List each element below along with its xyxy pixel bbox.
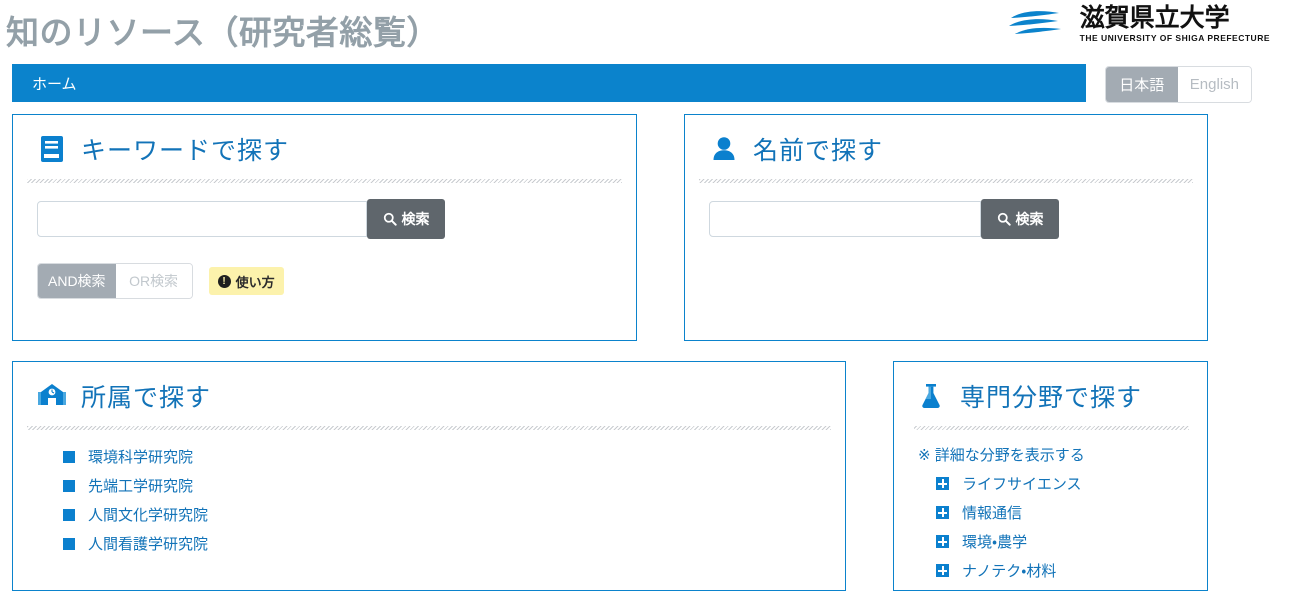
field-link[interactable]: ライフサイエンス <box>962 473 1082 494</box>
university-name-ja: 滋賀県立大学 <box>1080 6 1270 31</box>
panel-field-header: 専門分野で探す <box>894 362 1207 414</box>
panel-keyword-title: キーワードで探す <box>81 131 289 167</box>
name-search-button[interactable]: 検索 <box>981 199 1059 239</box>
affiliation-link[interactable]: 人間文化学研究院 <box>88 504 208 525</box>
howto-button[interactable]: ! 使い方 <box>209 267 284 295</box>
affiliation-list: 環境科学研究院 先端工学研究院 人間文化学研究院 人間看護学研究院 <box>37 442 845 558</box>
panel-keyword-header: キーワードで探す <box>13 115 636 167</box>
keyword-search-row: 検索 <box>37 201 636 239</box>
book-icon <box>37 134 67 164</box>
search-icon <box>997 212 1011 226</box>
affiliation-link[interactable]: 人間看護学研究院 <box>88 533 208 554</box>
panel-keyword-search: キーワードで探す 検索 AND検索 OR検索 <box>12 114 637 341</box>
square-bullet-icon <box>63 451 75 463</box>
panel-field-title: 専門分野で探す <box>960 378 1142 414</box>
panel-name-search: 名前で探す 検索 <box>684 114 1208 341</box>
field-link[interactable]: 環境・農学 <box>962 531 1027 552</box>
plus-icon[interactable] <box>936 564 949 577</box>
language-button-english[interactable]: English <box>1178 67 1251 102</box>
field-link[interactable]: 情報通信 <box>962 502 1022 523</box>
person-icon <box>709 134 739 164</box>
list-item[interactable]: 先端工学研究院 <box>63 471 845 500</box>
panel-name-body: 検索 <box>685 183 1207 239</box>
keyword-mode-row: AND検索 OR検索 ! 使い方 <box>37 263 636 299</box>
name-search-row: 検索 <box>709 201 1207 239</box>
panel-name-header: 名前で探す <box>685 115 1207 167</box>
affiliation-link[interactable]: 先端工学研究院 <box>88 475 193 496</box>
square-bullet-icon <box>63 538 75 550</box>
list-item[interactable]: 情報通信 <box>936 498 1207 527</box>
list-item[interactable]: 人間看護学研究院 <box>63 529 845 558</box>
university-logo: 滋賀県立大学 THE UNIVERSITY OF SHIGA PREFECTUR… <box>1009 6 1270 43</box>
plus-icon[interactable] <box>936 477 949 490</box>
flask-icon <box>916 381 946 411</box>
language-switch[interactable]: 日本語 English <box>1105 66 1252 103</box>
list-item[interactable]: 環境科学研究院 <box>63 442 845 471</box>
plus-icon[interactable] <box>936 506 949 519</box>
panel-field-search: 専門分野で探す ※ 詳細な分野を表示する ライフサイエンス 情報通信 環境・農学 <box>893 361 1208 591</box>
keyword-search-button-label: 検索 <box>402 209 430 229</box>
info-icon: ! <box>218 275 231 288</box>
list-item[interactable]: 人間文化学研究院 <box>63 500 845 529</box>
affiliation-link[interactable]: 環境科学研究院 <box>88 446 193 467</box>
name-search-input[interactable] <box>709 201 981 237</box>
keyword-search-button[interactable]: 検索 <box>367 199 445 239</box>
search-icon <box>383 212 397 226</box>
keyword-search-input[interactable] <box>37 201 367 237</box>
panel-name-title: 名前で探す <box>753 131 883 167</box>
search-mode-switch[interactable]: AND検索 OR検索 <box>37 263 193 299</box>
show-detailed-fields-link[interactable]: ※ 詳細な分野を表示する <box>916 444 1085 465</box>
howto-button-label: 使い方 <box>236 272 275 291</box>
name-search-button-label: 検索 <box>1016 209 1044 229</box>
navigation-row: ホーム 日本語 English <box>0 64 1300 106</box>
panel-affiliation-header: 所属で探す <box>13 362 845 414</box>
search-mode-or-button[interactable]: OR検索 <box>116 264 192 298</box>
square-bullet-icon <box>63 509 75 521</box>
field-link[interactable]: ナノテク・材料 <box>962 560 1056 581</box>
breadcrumb-item-home[interactable]: ホーム <box>32 73 77 94</box>
panel-affiliation-title: 所属で探す <box>81 378 211 414</box>
list-item[interactable]: 環境・農学 <box>936 527 1207 556</box>
search-mode-and-button[interactable]: AND検索 <box>38 264 116 298</box>
page-header: 知のリソース（研究者総覧） 滋賀県立大学 THE UNIVERSITY OF S… <box>0 0 1300 64</box>
wave-mark-icon <box>1009 9 1071 39</box>
university-name-en: THE UNIVERSITY OF SHIGA PREFECTURE <box>1080 34 1270 43</box>
list-item[interactable]: ライフサイエンス <box>936 469 1207 498</box>
square-bullet-icon <box>63 480 75 492</box>
panel-affiliation-search: 所属で探す 環境科学研究院 先端工学研究院 人間文化学研究院 <box>12 361 846 591</box>
language-button-japanese[interactable]: 日本語 <box>1106 67 1178 102</box>
building-icon <box>37 381 67 411</box>
university-name-block: 滋賀県立大学 THE UNIVERSITY OF SHIGA PREFECTUR… <box>1080 6 1270 43</box>
field-list: ライフサイエンス 情報通信 環境・農学 ナノテク・材料 <box>916 469 1207 585</box>
panel-field-body: ※ 詳細な分野を表示する ライフサイエンス 情報通信 環境・農学 ナノテク・材料 <box>894 430 1207 585</box>
breadcrumb: ホーム <box>12 64 1086 102</box>
panel-affiliation-body: 環境科学研究院 先端工学研究院 人間文化学研究院 人間看護学研究院 <box>13 430 845 558</box>
panel-keyword-body: 検索 AND検索 OR検索 ! 使い方 <box>13 183 636 299</box>
page-title: 知のリソース（研究者総覧） <box>6 6 440 54</box>
plus-icon[interactable] <box>936 535 949 548</box>
list-item[interactable]: ナノテク・材料 <box>936 556 1207 585</box>
